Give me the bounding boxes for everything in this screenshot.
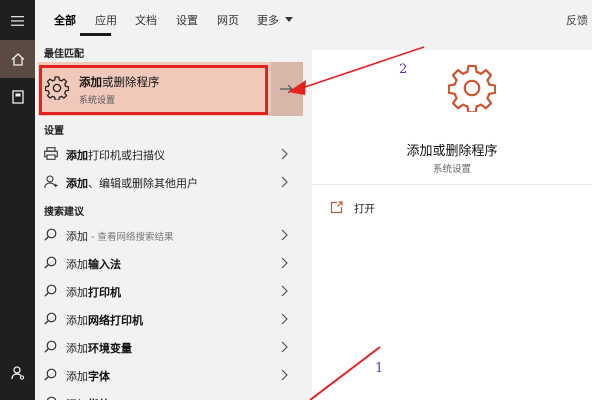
gear-icon [448, 64, 496, 112]
chevron-right-icon [281, 341, 288, 353]
user-settings-icon [10, 366, 24, 380]
section-best-match: 最佳匹配 [44, 49, 84, 60]
divider [312, 184, 592, 185]
search-tabs-bar: 全部 应用 文档 设置 网页 更多 反馈 [35, 0, 592, 38]
detail-subtitle: 系统设置 [432, 164, 471, 175]
gear-icon [45, 76, 69, 100]
chevron-right-icon [281, 313, 288, 325]
chevron-right-icon [281, 229, 288, 241]
arrow-right-icon [280, 84, 293, 94]
suggestion-label: 添加输入法 [66, 258, 121, 271]
active-tab-indicator [80, 33, 111, 36]
search-icon [44, 340, 57, 353]
section-settings: 设置 [44, 126, 64, 137]
suggestion-item[interactable]: 添加指纹 [35, 390, 303, 400]
search-icon [44, 368, 57, 381]
open-icon [330, 201, 343, 214]
detail-panel: 添加或删除程序 系统设置 打开 [303, 38, 592, 400]
home-icon [11, 52, 24, 66]
suggestion-label: 添加字体 [66, 370, 110, 383]
home-button[interactable] [0, 40, 35, 78]
tab-more[interactable]: 更多 [257, 12, 293, 28]
tab-documents[interactable]: 文档 [135, 12, 157, 28]
suggestion-label: 添加环境变量 [66, 342, 132, 355]
search-icon [44, 256, 57, 269]
annotation-number-1: 1 [375, 361, 384, 376]
chevron-right-icon [281, 285, 288, 297]
suggestion-item[interactable]: 添加字体 [35, 362, 303, 388]
tab-all[interactable]: 全部 [54, 12, 76, 28]
menu-button[interactable] [0, 2, 35, 40]
search-icon [44, 228, 57, 241]
section-search-suggestions: 搜索建议 [44, 207, 84, 218]
suggestion-item[interactable]: 添加打印机 [35, 278, 303, 304]
suggestion-label: 添加网络打印机 [66, 314, 143, 327]
tab-apps[interactable]: 应用 [95, 12, 117, 28]
list-item-add-user[interactable]: 添加、编辑或删除其他用户 [35, 169, 303, 195]
chevron-right-icon [281, 369, 288, 381]
tab-web[interactable]: 网页 [217, 12, 239, 28]
suggestion-label: 添加指纹 [66, 396, 110, 400]
annotation-number-2: 2 [399, 62, 408, 77]
annotation-highlight-box [39, 65, 268, 115]
left-rail [0, 0, 35, 400]
suggestion-label: 添加 - 查看网络搜索结果 [66, 230, 174, 243]
feedback-link[interactable]: 反馈 [566, 12, 588, 28]
search-icon [46, 396, 57, 400]
printer-icon [44, 147, 58, 160]
tab-more-label: 更多 [257, 14, 279, 27]
chevron-right-icon [281, 176, 288, 188]
tab-settings[interactable]: 设置 [176, 12, 198, 28]
list-item-label: 添加、编辑或删除其他用户 [66, 177, 198, 190]
suggestion-item[interactable]: 添加输入法 [35, 250, 303, 276]
best-match-title: 添加或删除程序 [79, 75, 160, 89]
results-panel: 最佳匹配 添加或删除程序 系统设置 设置 添加打印机或扫描仪 添加、编辑或删除其… [35, 38, 303, 400]
detail-title: 添加或删除程序 [406, 144, 498, 159]
list-item-label: 添加打印机或扫描仪 [66, 149, 165, 162]
search-icon [44, 284, 57, 297]
chevron-down-icon [284, 17, 293, 22]
suggestion-label: 添加打印机 [66, 286, 121, 299]
documents-button[interactable] [0, 78, 35, 116]
open-action-label: 打开 [354, 203, 375, 215]
notebook-icon [11, 90, 24, 104]
search-icon [44, 312, 57, 325]
account-button[interactable] [0, 354, 35, 392]
suggestion-item[interactable]: 添加 - 查看网络搜索结果 [35, 222, 303, 248]
open-detail-button[interactable] [271, 62, 303, 116]
list-item-add-printer[interactable]: 添加打印机或扫描仪 [35, 141, 303, 167]
person-icon [44, 175, 58, 189]
chevron-right-icon [281, 257, 288, 269]
detail-card: 添加或删除程序 系统设置 打开 [312, 50, 592, 400]
suggestion-item[interactable]: 添加环境变量 [35, 334, 303, 360]
chevron-right-icon [281, 148, 288, 160]
suggestion-item[interactable]: 添加网络打印机 [35, 306, 303, 332]
best-match-subtitle: 系统设置 [79, 96, 116, 106]
hamburger-menu-icon [11, 16, 24, 26]
